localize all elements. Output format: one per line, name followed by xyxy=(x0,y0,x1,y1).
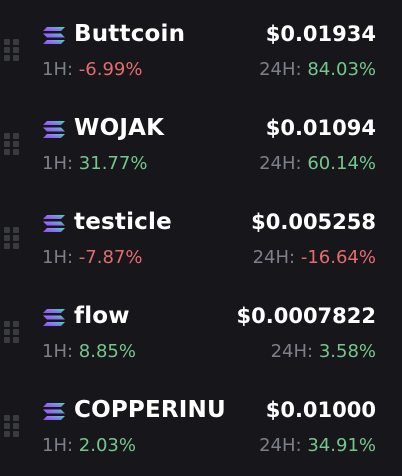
token-watchlist: Buttcoin $0.01934 1H: -6.99% 24H: 84.03% xyxy=(0,0,402,476)
token-row[interactable]: WOJAK $0.01094 1H: 31.77% 24H: 60.14% xyxy=(0,94,402,188)
change-24h: 24H: 60.14% xyxy=(259,152,376,176)
token-name: COPPERINU xyxy=(74,397,226,423)
change-24h-label: 24H: xyxy=(259,59,302,80)
change-24h-value: 60.14% xyxy=(307,153,376,174)
token-price: $0.01934 xyxy=(265,22,376,46)
solana-logo-icon xyxy=(43,120,65,140)
change-1h-value: -6.99% xyxy=(78,59,143,80)
token-price: $0.005258 xyxy=(251,210,376,234)
drag-handle-icon[interactable] xyxy=(3,413,21,439)
drag-handle-icon[interactable] xyxy=(3,37,21,63)
token-name: WOJAK xyxy=(74,115,165,141)
token-price: $0.01094 xyxy=(265,116,376,140)
change-24h-value: 84.03% xyxy=(307,59,376,80)
token-row[interactable]: flow $0.0007822 1H: 8.85% 24H: 3.58% xyxy=(0,282,402,376)
change-1h-label: 1H: xyxy=(42,341,74,362)
change-1h: 1H: -7.87% xyxy=(42,246,142,270)
change-1h: 1H: -6.99% xyxy=(42,58,142,82)
change-24h-value: -16.64% xyxy=(300,247,376,268)
token-price: $0.01000 xyxy=(265,398,376,422)
change-24h-label: 24H: xyxy=(259,153,302,174)
drag-handle-icon[interactable] xyxy=(3,131,21,157)
change-24h: 24H: 3.58% xyxy=(271,340,376,364)
drag-handle-icon[interactable] xyxy=(3,319,21,345)
change-1h-value: 8.85% xyxy=(78,341,136,362)
token-name: testicle xyxy=(74,209,172,235)
change-24h-label: 24H: xyxy=(259,435,302,456)
change-1h-value: 2.03% xyxy=(78,435,136,456)
change-24h-label: 24H: xyxy=(270,341,314,362)
solana-logo-icon xyxy=(43,214,65,234)
change-1h-label: 1H: xyxy=(42,59,74,80)
change-1h-label: 1H: xyxy=(42,153,74,174)
change-1h-label: 1H: xyxy=(42,247,74,268)
change-24h-value: 34.91% xyxy=(307,435,376,456)
token-name: Buttcoin xyxy=(74,21,186,47)
change-24h: 24H: -16.64% xyxy=(253,246,376,270)
token-name: flow xyxy=(74,303,130,329)
token-row[interactable]: COPPERINU $0.01000 1H: 2.03% 24H: 34.91% xyxy=(0,376,402,470)
change-1h-label: 1H: xyxy=(42,435,74,456)
solana-logo-icon xyxy=(43,308,65,328)
solana-logo-icon xyxy=(43,26,65,46)
token-price: $0.0007822 xyxy=(236,304,376,328)
change-1h: 1H: 2.03% xyxy=(42,434,136,458)
solana-logo-icon xyxy=(43,402,65,422)
change-1h: 1H: 31.77% xyxy=(42,152,147,176)
change-1h-value: 31.77% xyxy=(78,153,148,174)
change-24h-value: 3.58% xyxy=(318,341,376,362)
token-row[interactable]: testicle $0.005258 1H: -7.87% 24H: -16.6… xyxy=(0,188,402,282)
change-1h-value: -7.87% xyxy=(78,247,143,268)
change-24h: 24H: 34.91% xyxy=(259,434,376,458)
token-row[interactable]: Buttcoin $0.01934 1H: -6.99% 24H: 84.03% xyxy=(0,0,402,94)
drag-handle-icon[interactable] xyxy=(3,225,21,251)
change-24h: 24H: 84.03% xyxy=(259,58,376,82)
change-1h: 1H: 8.85% xyxy=(42,340,136,364)
change-24h-label: 24H: xyxy=(252,247,296,268)
